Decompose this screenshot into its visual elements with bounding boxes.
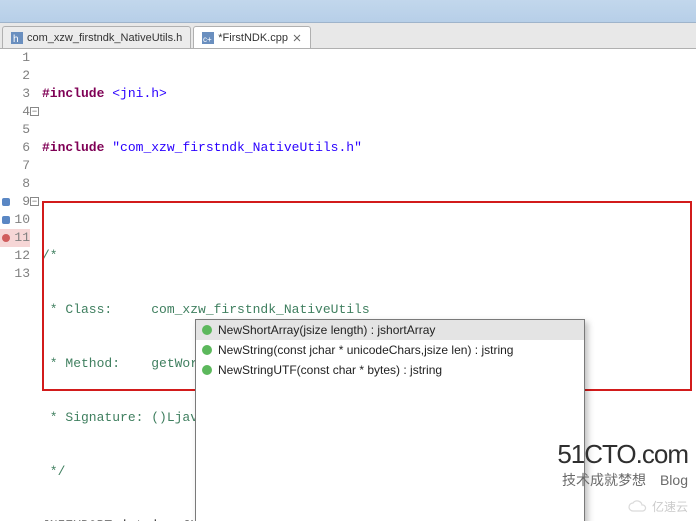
tab-native-utils-h[interactable]: h com_xzw_firstndk_NativeUtils.h bbox=[2, 26, 191, 48]
window-titlebar bbox=[0, 0, 696, 23]
line-number: 2 bbox=[0, 67, 30, 85]
code-line: #include <jni.h> bbox=[42, 85, 696, 103]
line-number: 9 bbox=[0, 193, 30, 211]
line-number: 4 bbox=[0, 103, 30, 121]
line-number-gutter: 1 2 3 4 5 6 7 8 9 10 11 12 13 bbox=[0, 49, 36, 283]
line-number: 13 bbox=[0, 265, 30, 283]
method-icon bbox=[202, 325, 212, 335]
svg-text:c+: c+ bbox=[203, 35, 212, 44]
method-icon bbox=[202, 365, 212, 375]
h-file-icon: h bbox=[11, 32, 23, 44]
line-number: 3 bbox=[0, 85, 30, 103]
line-number: 1 bbox=[0, 49, 30, 67]
cpp-file-icon: c+ bbox=[202, 32, 214, 44]
code-line: /* bbox=[42, 247, 696, 265]
line-number: 12 bbox=[0, 247, 30, 265]
code-editor[interactable]: 1 2 3 4 5 6 7 8 9 10 11 12 13 − − #inclu… bbox=[0, 49, 696, 521]
tab-firstndk-cpp[interactable]: c+ *FirstNDK.cpp bbox=[193, 26, 311, 48]
line-number: 6 bbox=[0, 139, 30, 157]
line-number: 5 bbox=[0, 121, 30, 139]
close-icon[interactable] bbox=[292, 33, 302, 43]
tab-label: com_xzw_firstndk_NativeUtils.h bbox=[27, 32, 182, 44]
assist-label: NewStringUTF(const char * bytes) : jstri… bbox=[218, 363, 442, 377]
content-assist-list: NewShortArray(jsize length) : jshortArra… bbox=[196, 320, 584, 521]
line-number: 8 bbox=[0, 175, 30, 193]
method-icon bbox=[202, 345, 212, 355]
code-line bbox=[42, 193, 696, 211]
code-line: * Class: com_xzw_firstndk_NativeUtils bbox=[42, 301, 696, 319]
content-assist-item[interactable]: NewString(const jchar * unicodeChars,jsi… bbox=[196, 340, 584, 360]
content-assist-popup[interactable]: NewShortArray(jsize length) : jshortArra… bbox=[195, 319, 585, 521]
line-number: 10 bbox=[0, 211, 30, 229]
tab-label: *FirstNDK.cpp bbox=[218, 32, 288, 44]
fold-toggle-icon[interactable]: − bbox=[30, 197, 39, 206]
svg-text:h: h bbox=[13, 34, 19, 44]
line-number: 11 bbox=[0, 229, 30, 247]
code-line: #include "com_xzw_firstndk_NativeUtils.h… bbox=[42, 139, 696, 157]
assist-label: NewShortArray(jsize length) : jshortArra… bbox=[218, 323, 435, 337]
content-assist-item[interactable]: NewShortArray(jsize length) : jshortArra… bbox=[196, 320, 584, 340]
content-assist-item[interactable]: NewStringUTF(const char * bytes) : jstri… bbox=[196, 360, 584, 380]
fold-toggle-icon[interactable]: − bbox=[30, 107, 39, 116]
line-number: 7 bbox=[0, 157, 30, 175]
assist-label: NewString(const jchar * unicodeChars,jsi… bbox=[218, 343, 513, 357]
editor-tab-bar: h com_xzw_firstndk_NativeUtils.h c+ *Fir… bbox=[0, 23, 696, 49]
